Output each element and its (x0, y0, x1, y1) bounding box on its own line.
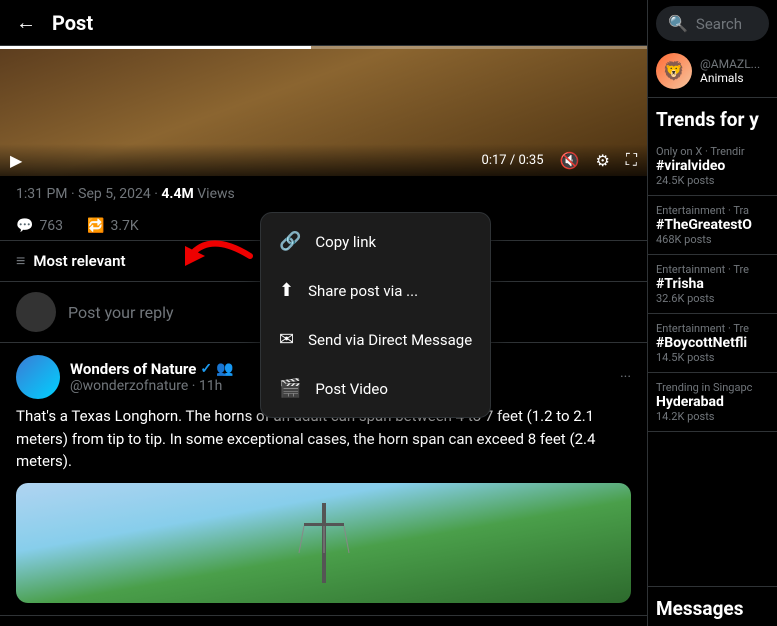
video-controls: ▶ 0:17 / 0:35 🔇 ⚙ ⛶ (0, 144, 647, 176)
retweet-button[interactable]: 🔁 3.7K (87, 218, 139, 234)
trend-name-4: #BoycottNetfli (656, 335, 769, 351)
trend-category-1: Only on X · Trendir (656, 145, 769, 158)
video-icon: 🎬 (279, 378, 301, 399)
video-progress-bar[interactable] (0, 46, 647, 49)
group-icon: 👥 (216, 361, 233, 377)
post-actions: 💬 763 🔁 3.7K 🔗 Copy link ⬆ Share post vi… (0, 212, 647, 241)
more-options-button[interactable]: ··· (620, 369, 631, 385)
red-arrow-indicator (170, 226, 260, 290)
back-button[interactable]: ← (16, 10, 36, 35)
trend-name-3: #Trisha (656, 276, 769, 292)
comment-icon: 💬 (16, 218, 33, 234)
profile-desc: Animals (700, 71, 760, 85)
profile-avatar: 🦁 (656, 53, 692, 89)
profile-handle: @AMAZL... (700, 57, 760, 71)
filter-label[interactable]: Most relevant (33, 252, 125, 270)
dm-icon: ✉ (279, 329, 294, 350)
trends-header: Trends for y (648, 98, 777, 137)
video-progress-fill (0, 46, 311, 49)
trend-item-2[interactable]: Entertainment · Tra #TheGreatestO 468K p… (648, 196, 777, 255)
post-header: ← Post (0, 0, 647, 46)
trend-category-4: Entertainment · Tre (656, 322, 769, 335)
reply-user-info: Wonders of Nature ✓ 👥 @wonderzofnature ·… (70, 360, 234, 394)
settings-button[interactable]: ⚙ (595, 151, 609, 170)
context-menu: 🔗 Copy link ⬆ Share post via ... ✉ Send … (260, 212, 491, 418)
page-title: Post (52, 11, 93, 35)
trend-item-5[interactable]: Trending in Singapc Hyderabad 14.2K post… (648, 373, 777, 432)
send-dm-menu-item[interactable]: ✉ Send via Direct Message (261, 315, 490, 364)
search-bar[interactable]: 🔍 Search (656, 6, 769, 41)
messages-header: Messages (656, 597, 769, 620)
play-button[interactable]: ▶ (10, 151, 22, 170)
video-player: ▶ 0:17 / 0:35 🔇 ⚙ ⛶ (0, 46, 647, 176)
reply-image (16, 483, 631, 603)
copy-link-icon: 🔗 (279, 231, 301, 252)
trend-item-4[interactable]: Entertainment · Tre #BoycottNetfli 14.5K… (648, 314, 777, 373)
profile-snippet: 🦁 @AMAZL... Animals (648, 47, 777, 98)
profile-info: @AMAZL... Animals (700, 57, 760, 85)
mute-button[interactable]: 🔇 (560, 151, 580, 170)
time-display: 0:17 / 0:35 (482, 153, 544, 168)
trend-posts-3: 32.6K posts (656, 292, 769, 305)
search-icon: 🔍 (668, 14, 688, 33)
reply-placeholder[interactable]: Post your reply (68, 303, 174, 322)
trend-category-2: Entertainment · Tra (656, 204, 769, 217)
reply-display-name: Wonders of Nature ✓ 👥 (70, 360, 234, 378)
trend-category-5: Trending in Singapc (656, 381, 769, 394)
trend-posts-2: 468K posts (656, 233, 769, 246)
messages-section: Messages (648, 586, 777, 626)
trend-item-3[interactable]: Entertainment · Tre #Trisha 32.6K posts (648, 255, 777, 314)
comment-button[interactable]: 💬 763 (16, 218, 63, 234)
verified-icon: ✓ (200, 361, 212, 377)
views-count: 4.4M (161, 186, 193, 202)
trends-section: Trends for y Only on X · Trendir #viralv… (648, 98, 777, 586)
trend-posts-4: 14.5K posts (656, 351, 769, 364)
trend-name-5: Hyderabad (656, 394, 769, 410)
trend-posts-1: 24.5K posts (656, 174, 769, 187)
post-video-menu-item[interactable]: 🎬 Post Video (261, 364, 490, 413)
trend-name-1: #viralvideo (656, 158, 769, 174)
reply-avatar (16, 355, 60, 399)
trend-name-2: #TheGreatestO (656, 217, 769, 233)
post-meta: 1:31 PM · Sep 5, 2024 · 4.4M Views (0, 176, 647, 212)
share-icon: ⬆ (279, 280, 294, 301)
reply-handle: @wonderzofnature · 11h (70, 378, 234, 394)
right-panel: 🔍 Search 🦁 @AMAZL... Animals Trends for … (648, 0, 777, 626)
trend-category-3: Entertainment · Tre (656, 263, 769, 276)
user-avatar (16, 292, 56, 332)
left-panel: ← Post ▶ 0:17 / 0:35 🔇 ⚙ ⛶ 1:31 PM · Sep… (0, 0, 648, 626)
retweet-icon: 🔁 (87, 218, 104, 234)
search-input[interactable]: Search (696, 15, 742, 33)
trend-posts-5: 14.2K posts (656, 410, 769, 423)
reply-image-inner (16, 483, 631, 603)
trend-item-1[interactable]: Only on X · Trendir #viralvideo 24.5K po… (648, 137, 777, 196)
fullscreen-button[interactable]: ⛶ (626, 150, 637, 170)
filter-icon: ≡ (16, 251, 25, 271)
copy-link-menu-item[interactable]: 🔗 Copy link (261, 217, 490, 266)
share-post-menu-item[interactable]: ⬆ Share post via ... (261, 266, 490, 315)
